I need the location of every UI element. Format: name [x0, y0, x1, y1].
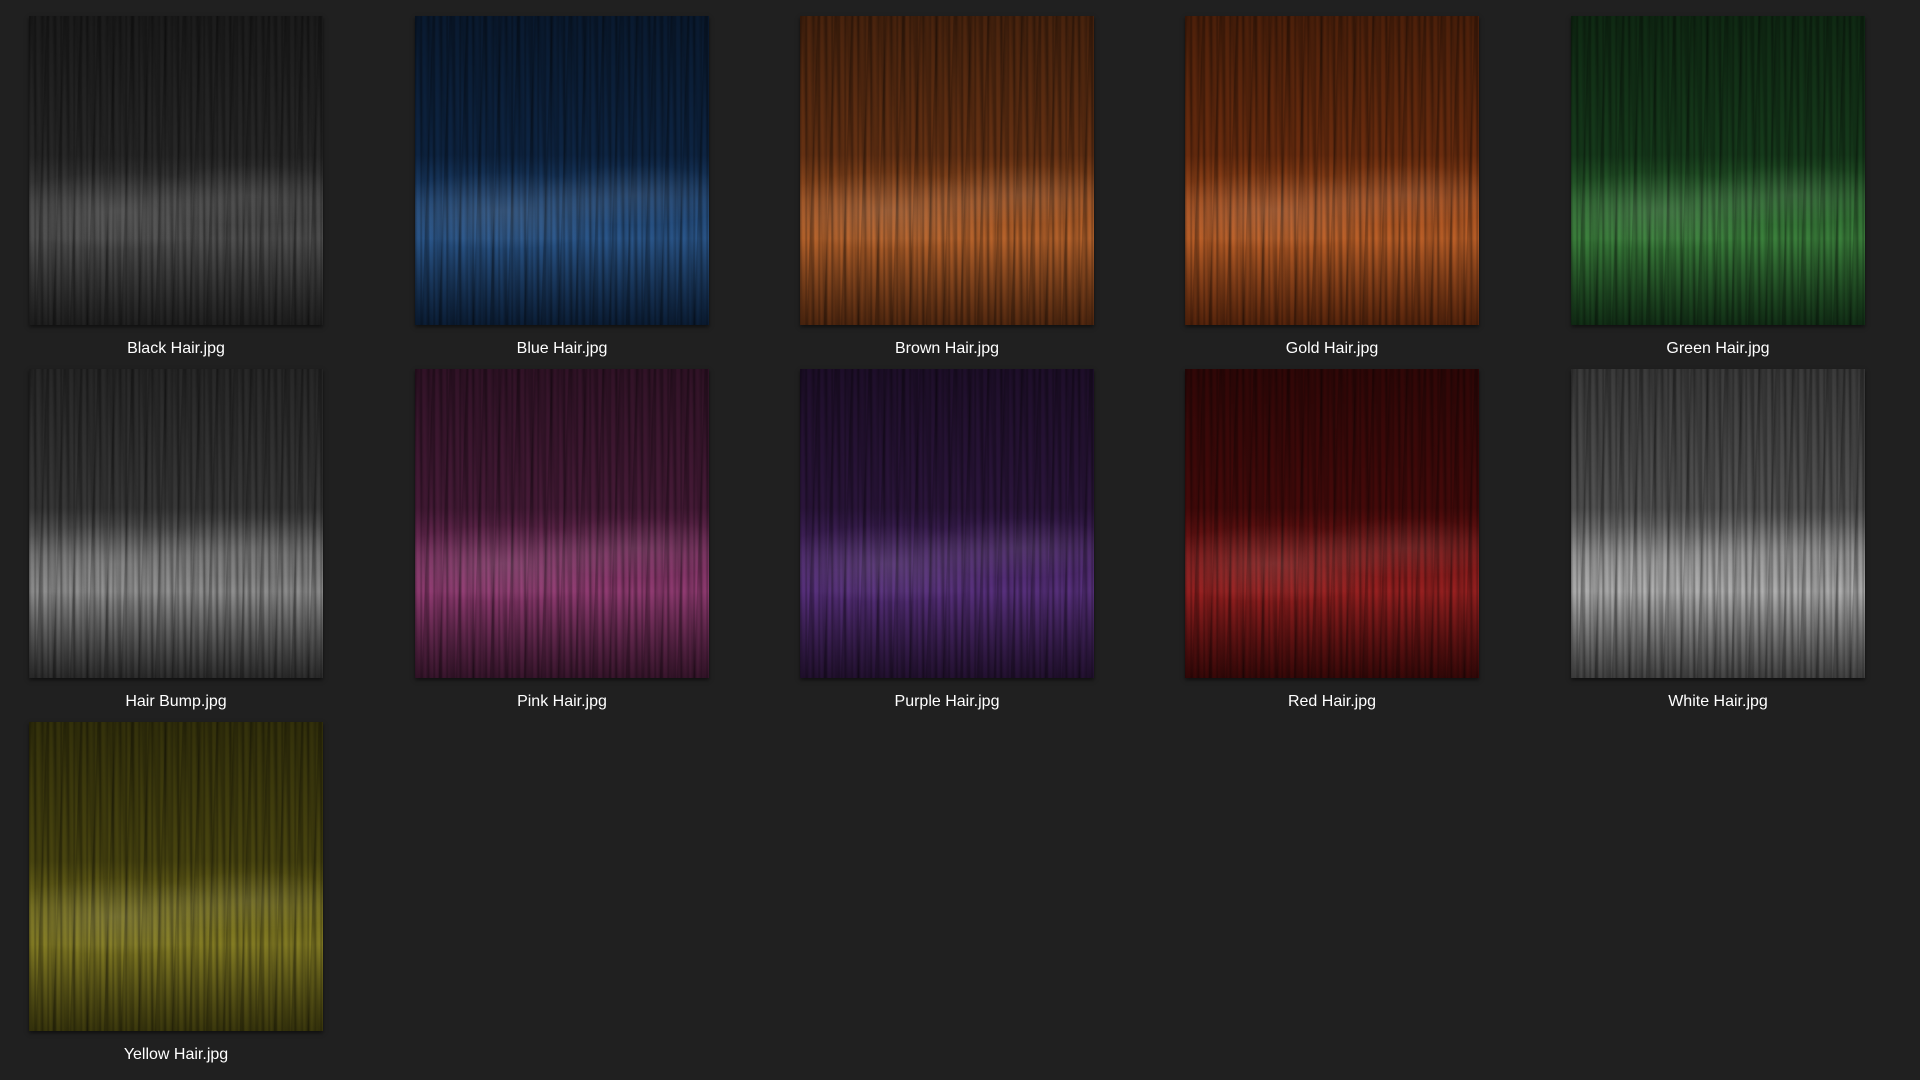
file-item[interactable]: Green Hair.jpg: [1571, 16, 1865, 366]
hair-sheen: [415, 369, 709, 678]
image-thumbnail[interactable]: [1185, 16, 1479, 325]
image-thumbnail[interactable]: [29, 722, 323, 1031]
file-item[interactable]: Gold Hair.jpg: [1185, 16, 1479, 366]
file-item[interactable]: Pink Hair.jpg: [415, 369, 709, 719]
hair-sheen: [1571, 369, 1865, 678]
hair-sheen: [29, 16, 323, 325]
hair-sheen: [1185, 369, 1479, 678]
file-name-label: Red Hair.jpg: [1287, 693, 1377, 710]
file-name-label: Brown Hair.jpg: [894, 340, 1000, 357]
file-item[interactable]: Hair Bump.jpg: [29, 369, 323, 719]
file-item[interactable]: Brown Hair.jpg: [800, 16, 1094, 366]
image-thumbnail[interactable]: [800, 16, 1094, 325]
hair-sheen: [800, 369, 1094, 678]
file-item[interactable]: Red Hair.jpg: [1185, 369, 1479, 719]
hair-sheen: [1571, 16, 1865, 325]
file-name-label: Green Hair.jpg: [1666, 340, 1770, 357]
image-thumbnail[interactable]: [29, 369, 323, 678]
file-grid: Black Hair.jpg Blue Hair.jpg Brown Hair.jp…: [0, 0, 1920, 1080]
image-thumbnail[interactable]: [1185, 369, 1479, 678]
file-item[interactable]: Black Hair.jpg: [29, 16, 323, 366]
hair-sheen: [29, 369, 323, 678]
hair-sheen: [415, 16, 709, 325]
file-name-label: Gold Hair.jpg: [1285, 340, 1379, 357]
image-thumbnail[interactable]: [1571, 16, 1865, 325]
image-thumbnail[interactable]: [29, 16, 323, 325]
hair-sheen: [29, 722, 323, 1031]
file-name-label: White Hair.jpg: [1668, 693, 1768, 710]
image-thumbnail[interactable]: [415, 16, 709, 325]
file-item[interactable]: Purple Hair.jpg: [800, 369, 1094, 719]
image-thumbnail[interactable]: [800, 369, 1094, 678]
file-item[interactable]: White Hair.jpg: [1571, 369, 1865, 719]
file-item[interactable]: Blue Hair.jpg: [415, 16, 709, 366]
file-name-label: Purple Hair.jpg: [894, 693, 1000, 710]
file-name-label: Blue Hair.jpg: [516, 340, 608, 357]
file-name-label: Black Hair.jpg: [127, 340, 225, 357]
file-item[interactable]: Yellow Hair.jpg: [29, 722, 323, 1072]
hair-sheen: [800, 16, 1094, 325]
hair-sheen: [1185, 16, 1479, 325]
file-name-label: Yellow Hair.jpg: [123, 1046, 229, 1063]
file-name-label: Pink Hair.jpg: [517, 693, 607, 710]
file-name-label: Hair Bump.jpg: [125, 693, 227, 710]
image-thumbnail[interactable]: [1571, 369, 1865, 678]
image-thumbnail[interactable]: [415, 369, 709, 678]
